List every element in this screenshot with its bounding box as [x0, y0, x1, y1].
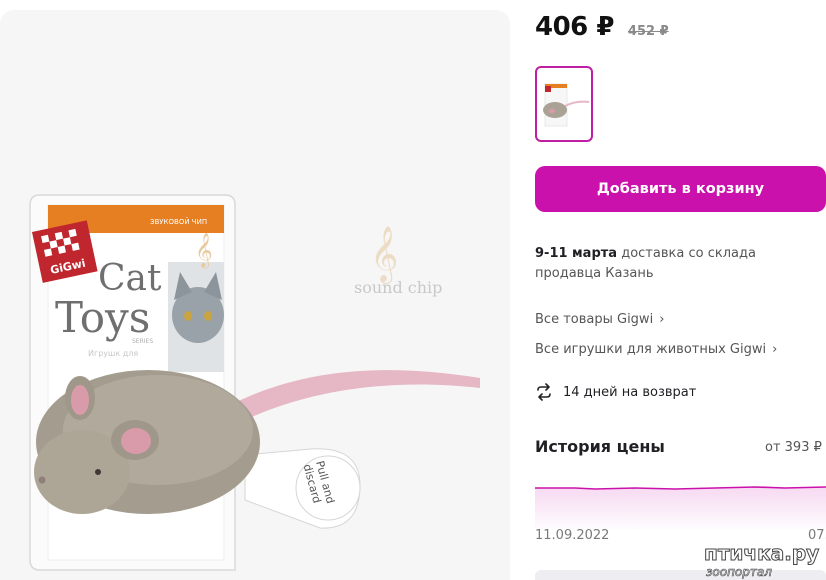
price-history-line	[535, 486, 826, 490]
watermark-title: птичка.ру	[704, 541, 819, 565]
music-note-icon: 𝄞	[370, 226, 398, 284]
site-watermark-logo: птичка.ру зоопортал	[704, 541, 820, 580]
price-history-min: от 393 ₽ д	[765, 440, 826, 455]
return-arrows-icon	[537, 383, 551, 401]
current-price: 406 ₽	[535, 12, 614, 42]
product-photo-panel[interactable]: ЗВУКОВОЙ ЧИП GiGwi Cat Toys SERIES Игруш…	[0, 10, 510, 580]
all-brand-toys-link[interactable]: Все игрушки для животных Gigwi ›	[535, 342, 777, 357]
all-brand-toys-label: Все игрушки для животных Gigwi	[535, 342, 767, 357]
delivery-date: 9-11 марта	[535, 246, 618, 261]
watermark-subtitle: зоопортал	[706, 565, 772, 579]
price-history-area	[535, 487, 826, 530]
sound-chip-label: sound chip	[354, 278, 442, 297]
product-image[interactable]: ЗВУКОВОЙ ЧИП GiGwi Cat Toys SERIES Игруш…	[0, 10, 510, 580]
package-series: SERIES	[132, 338, 153, 345]
price-history-chart[interactable]	[535, 470, 826, 530]
price-row: 406 ₽ 452 ₽	[535, 12, 669, 42]
returns-label: 14 дней на возврат	[563, 384, 697, 400]
chevron-right-icon: ›	[772, 342, 778, 357]
history-start-date: 11.09.2022	[535, 528, 610, 543]
all-brand-products-label: Все товары Gigwi	[535, 312, 654, 327]
package-badge-text: ЗВУКОВОЙ ЧИП	[150, 217, 207, 226]
add-to-cart-button[interactable]: Добавить в корзину	[535, 166, 826, 212]
delivery-info: 9-11 марта доставка со склада продавца К…	[535, 244, 825, 284]
all-brand-products-link[interactable]: Все товары Gigwi ›	[535, 312, 664, 327]
price-history-title: История цены	[535, 437, 665, 456]
package-title-toys: Toys	[55, 293, 150, 342]
package-subtitle: Игрушк для	[88, 349, 138, 358]
svg-text:𝄞: 𝄞	[195, 233, 213, 269]
chevron-right-icon: ›	[659, 312, 665, 327]
old-price: 452 ₽	[627, 24, 669, 39]
returns-info: 14 дней на возврат	[535, 383, 696, 401]
product-thumbnail[interactable]	[535, 66, 593, 142]
